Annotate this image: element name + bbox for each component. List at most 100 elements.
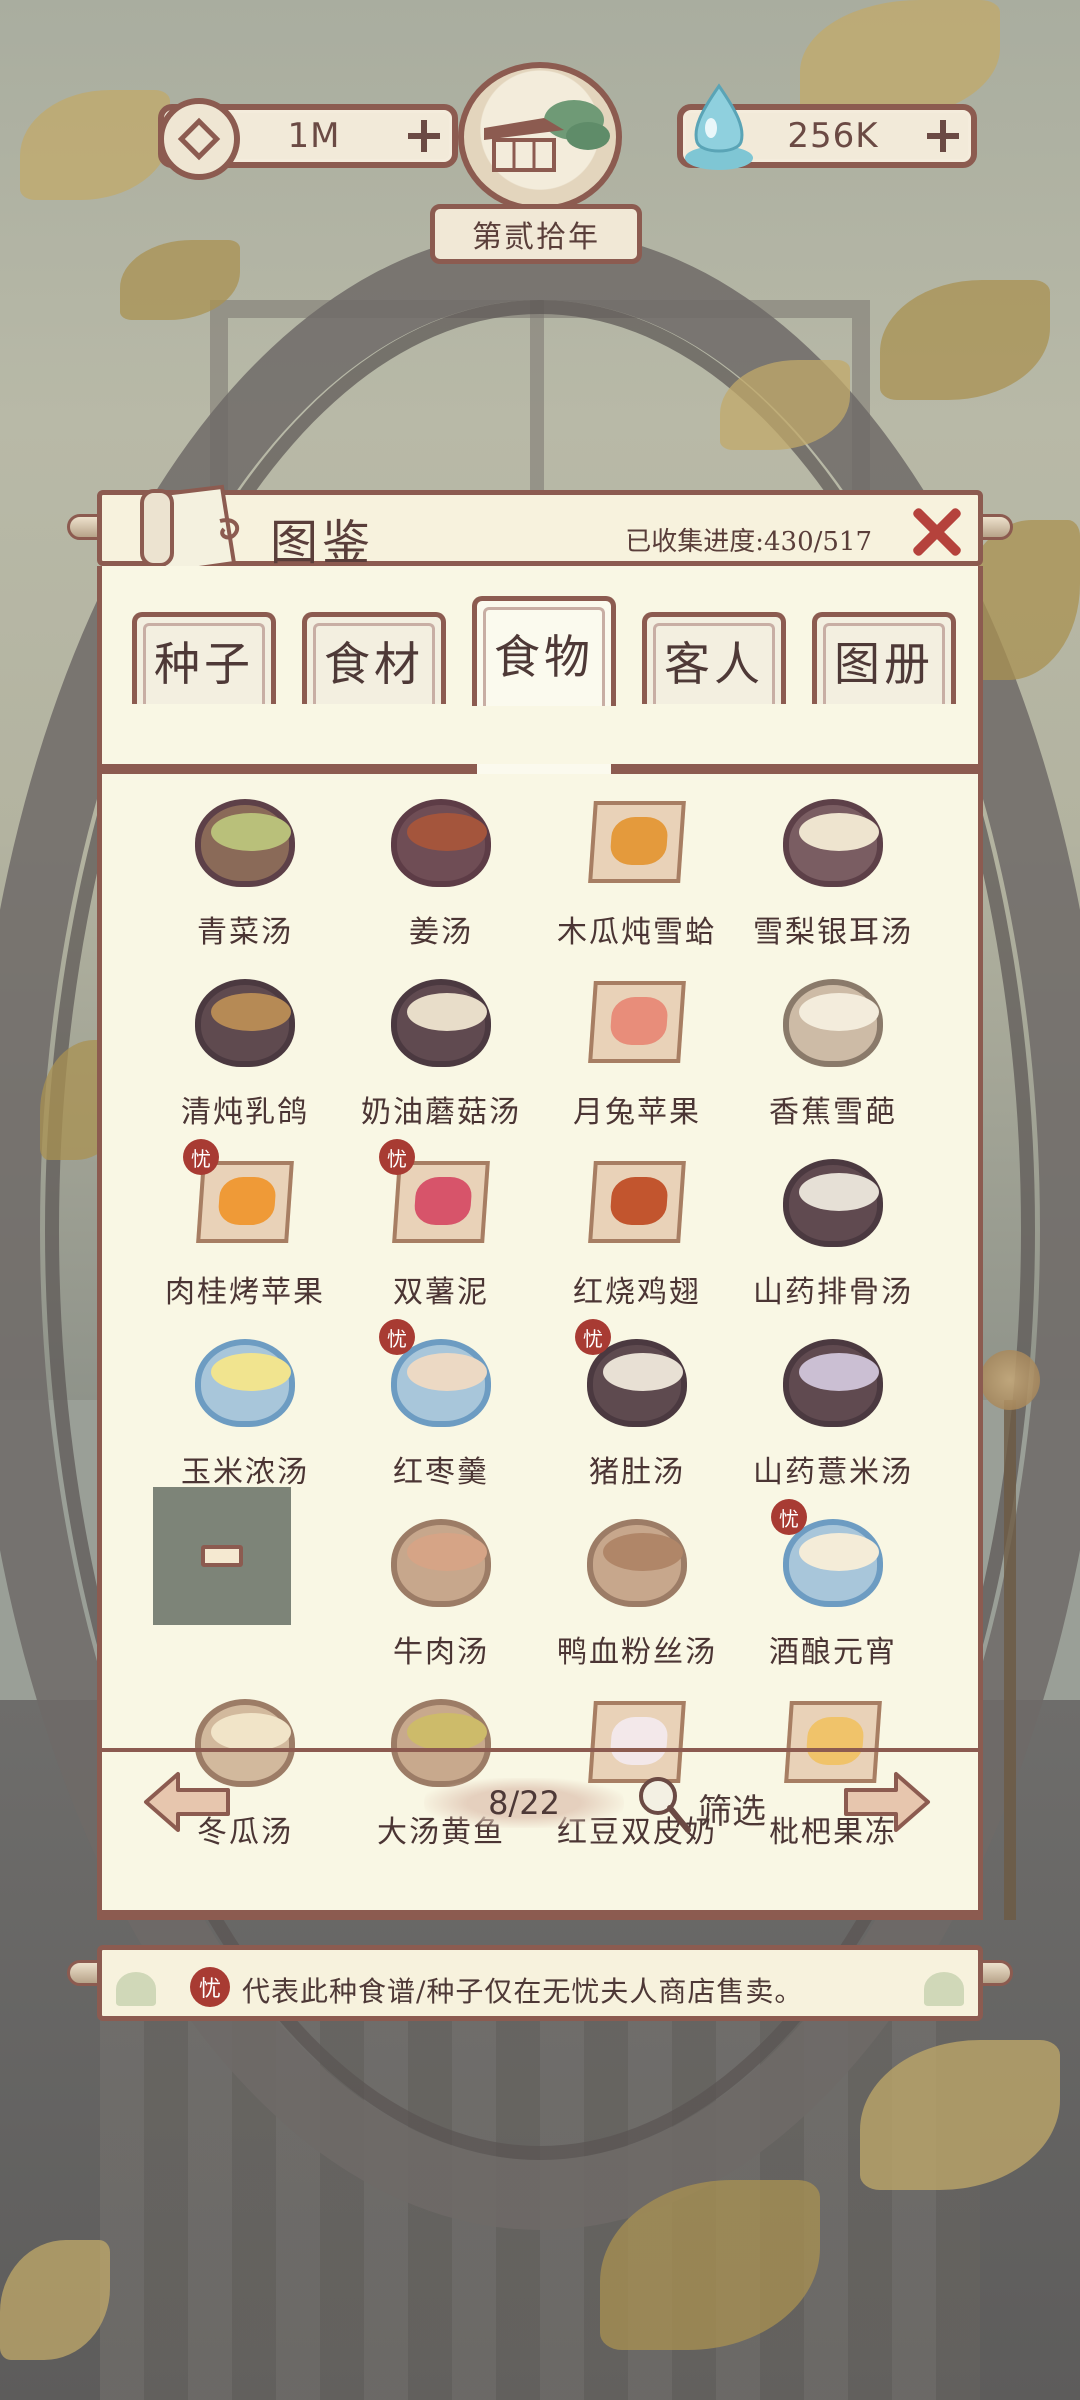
exclusive-badge-icon: 忧 (183, 1139, 219, 1175)
food-item[interactable]: 木瓜炖雪蛤 (542, 791, 732, 967)
tab-ingredients[interactable]: 食材 (302, 612, 446, 704)
pager-bar: 8/22 筛选 (102, 1748, 978, 1852)
tab-food[interactable]: 食物 (472, 596, 616, 706)
prev-page-arrow-icon[interactable] (142, 1770, 232, 1834)
bowl (195, 1339, 295, 1427)
green-vegetable-soup-icon (195, 791, 295, 891)
soup (799, 813, 879, 851)
plate (588, 981, 686, 1063)
tab-label: 图册 (834, 636, 934, 691)
soup (603, 1353, 683, 1391)
food-item[interactable]: 山药薏米汤 (738, 1331, 928, 1507)
bowl (587, 1519, 687, 1607)
duck-blood-soup-icon (587, 1511, 687, 1611)
soup (211, 993, 291, 1031)
food-name: 奶油蘑菇汤 (361, 1095, 521, 1130)
food-item[interactable]: 忧酒酿元宵 (738, 1499, 928, 1687)
plate (392, 1161, 490, 1243)
tab-album[interactable]: 图册 (812, 612, 956, 704)
cinnamon-apple-icon: 忧 (183, 1139, 295, 1251)
food-name: 酒酿元宵 (769, 1635, 897, 1670)
bowl (783, 799, 883, 887)
food-item[interactable]: 玉米浓汤 (150, 1331, 340, 1507)
soup (211, 1713, 291, 1751)
food-item[interactable]: 香蕉雪葩 (738, 971, 928, 1147)
panel-bottom-border (97, 1910, 983, 1920)
food-item[interactable]: 姜汤 (346, 791, 536, 967)
soup (603, 1533, 683, 1571)
food-item[interactable]: 鸭血粉丝汤 (542, 1511, 732, 1687)
braised-wings-icon (587, 1151, 687, 1251)
coins-counter: 1M (158, 98, 458, 180)
food (609, 817, 669, 865)
locked-plate-icon (201, 1545, 243, 1567)
soup (211, 1353, 291, 1391)
food-item[interactable]: 山药排骨汤 (738, 1151, 928, 1327)
food (217, 1177, 277, 1225)
food (609, 1177, 669, 1225)
food (609, 997, 669, 1045)
food-name: 木瓜炖雪蛤 (557, 915, 717, 950)
notice-text: 代表此种食谱/种子仅在无忧夫人商店售卖。 (242, 1975, 804, 2008)
bowl (783, 1339, 883, 1427)
exclusive-badge-icon: 忧 (771, 1499, 807, 1535)
soup (211, 813, 291, 851)
food-item[interactable]: 红烧鸡翅 (542, 1151, 732, 1327)
food-item[interactable]: 忧猪肚汤 (542, 1319, 732, 1507)
food-name: 猪肚汤 (589, 1455, 685, 1490)
tab-seeds[interactable]: 种子 (132, 612, 276, 704)
tab-label: 食物 (494, 629, 594, 684)
bowl (391, 1519, 491, 1607)
food-item[interactable]: 月兔苹果 (542, 971, 732, 1147)
plate (588, 801, 686, 883)
soup (799, 1353, 879, 1391)
stewed-pigeon-icon (195, 971, 295, 1071)
food-name: 青菜汤 (197, 915, 293, 950)
rice-ball-icon: 忧 (771, 1499, 883, 1611)
next-page-arrow-icon[interactable] (842, 1770, 932, 1834)
food-name: 牛肉汤 (393, 1635, 489, 1670)
red-date-soup-icon: 忧 (379, 1319, 491, 1431)
notice-bar: 忧 代表此种食谱/种子仅在无忧夫人商店售卖。 (97, 1945, 983, 2021)
food-item[interactable]: 清炖乳鸽 (150, 971, 340, 1147)
lamp-post (1004, 1400, 1016, 1920)
food-item[interactable]: 忧双薯泥 (346, 1139, 536, 1327)
active-tab-gap (477, 764, 611, 774)
pavilion-emblem (458, 62, 622, 212)
food-item[interactable]: 奶油蘑菇汤 (346, 971, 536, 1147)
bowl (195, 799, 295, 887)
food-item[interactable]: 忧红枣羹 (346, 1319, 536, 1507)
soup (407, 1713, 487, 1751)
water-value: 256K (787, 116, 879, 156)
soup (799, 1533, 879, 1571)
food-name: 红枣羹 (393, 1455, 489, 1490)
pork-tripe-soup-icon: 忧 (575, 1319, 687, 1431)
exclusive-badge-icon: 忧 (190, 1967, 230, 2007)
ginkgo-icon (116, 1972, 156, 2006)
food-item-locked[interactable] (150, 1487, 340, 1687)
food-name: 山药薏米汤 (753, 1455, 913, 1490)
food-item[interactable]: 忧肉桂烤苹果 (150, 1139, 340, 1327)
add-water-button[interactable] (925, 118, 961, 154)
filter-label: 筛选 (698, 1792, 766, 1832)
year-emblem (430, 62, 650, 212)
mushroom-soup-icon (391, 971, 491, 1071)
category-tabs: 种子 食材 食物 客人 图册 (132, 596, 958, 706)
locked-dish-icon (153, 1487, 295, 1625)
close-icon[interactable] (910, 505, 964, 559)
food-name: 鸭血粉丝汤 (557, 1635, 717, 1670)
food-item[interactable]: 青菜汤 (150, 791, 340, 967)
bowl (783, 979, 883, 1067)
tab-guests[interactable]: 客人 (642, 612, 786, 704)
soup (799, 1173, 879, 1211)
mashed-potato-icon: 忧 (379, 1139, 491, 1251)
food-item[interactable]: 雪梨银耳汤 (738, 791, 928, 967)
plate (588, 1161, 686, 1243)
food-item[interactable]: 牛肉汤 (346, 1511, 536, 1687)
food-name: 山药排骨汤 (753, 1275, 913, 1310)
tab-label: 食材 (324, 636, 424, 691)
soup (407, 813, 487, 851)
papaya-snow-frog-icon (587, 791, 687, 891)
exclusive-badge-icon: 忧 (379, 1139, 415, 1175)
filter-button[interactable]: 筛选 (634, 1774, 784, 1834)
